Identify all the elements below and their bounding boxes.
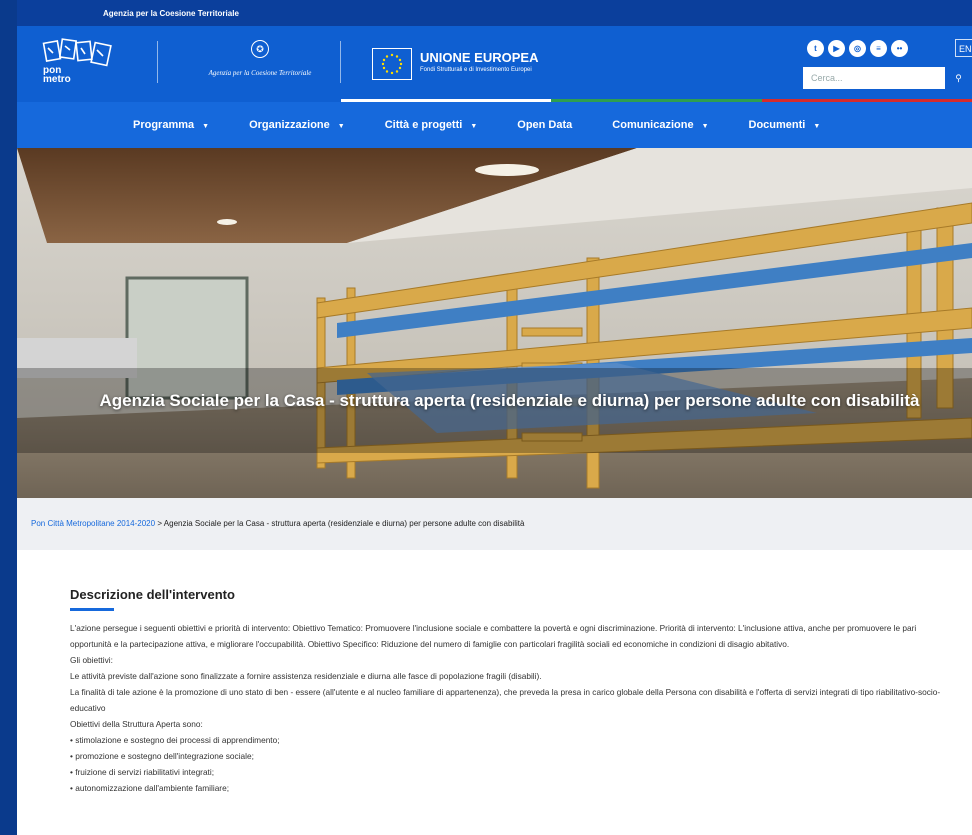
flickr-icon[interactable]: •• [891,40,908,57]
chevron-down-icon: ▼ [202,123,210,130]
instagram-icon[interactable]: ◎ [849,40,866,57]
objectives-label: Gli obiettivi: [70,655,113,665]
section-heading: Descrizione dell'intervento [70,587,235,602]
header-divider [340,41,341,83]
nav-item-organizzazione[interactable]: Organizzazione ▼ [249,119,345,131]
agency-logo[interactable]: ✪ Agenzia per la Coesione Territoriale [185,40,335,80]
youtube-icon[interactable]: ▶ [828,40,845,57]
list-item: autonomizzazione dall'ambiente familiare… [70,780,950,796]
description-paragraph: L'azione persegue i seguenti obiettivi e… [70,623,917,649]
agency-logo-text: Agenzia per la Coesione Territoriale [208,69,312,77]
italy-emblem-icon: ✪ [251,40,269,58]
rss-icon[interactable]: ≡ [870,40,887,57]
eu-flag-icon [372,48,412,80]
social-links: t ▶ ◎ ≡ •• [807,40,908,57]
list-item: promozione e sostegno dell'integrazione … [70,748,950,764]
chevron-down-icon: ▼ [470,123,478,130]
breadcrumb: Pon Città Metropolitane 2014-2020 > Agen… [17,498,972,550]
structure-objectives-label: Obiettivi della Struttura Aperta sono: [70,719,203,729]
search-input[interactable] [803,67,945,89]
list-item: stimolazione e sostegno dei processi di … [70,732,950,748]
purpose-paragraph: La finalità di tale azione è la promozio… [70,687,941,713]
nav-item-open-data[interactable]: Open Data [517,119,572,131]
main-content: Descrizione dell'intervento L'azione per… [70,587,950,796]
nav-item-documenti[interactable]: Documenti ▼ [749,119,821,131]
heading-underline [70,608,114,611]
search-icon[interactable]: ⚲ [945,67,972,89]
nav-item-citta-e-progetti[interactable]: Città e progetti ▼ [385,119,478,131]
header-color-stripes [341,99,972,102]
chevron-down-icon: ▼ [337,123,345,130]
eu-subtitle: Fondi Strutturali e di Investimento Euro… [420,67,532,73]
activities-paragraph: Le attività previste dall'azione sono fi… [70,671,542,681]
chevron-down-icon: ▼ [813,123,821,130]
objectives-list: stimolazione e sostegno dei processi di … [70,732,950,796]
nav-item-comunicazione[interactable]: Comunicazione ▼ [612,119,708,131]
agency-link[interactable]: Agenzia per la Coesione Territoriale [103,9,239,18]
dormitory-photo [17,148,972,498]
nav-item-programma[interactable]: Programma ▼ [133,119,209,131]
twitter-icon[interactable]: t [807,40,824,57]
site-header: pon metro ✪ Agenzia per la Coesione Terri… [17,26,972,102]
breadcrumb-current: Agenzia Sociale per la Casa - struttura … [163,519,525,528]
hero-title: Agenzia Sociale per la Casa - struttura … [99,391,920,410]
chevron-down-icon: ▼ [701,123,709,130]
language-switch[interactable]: EN [955,39,972,57]
hero-image [17,148,972,498]
page-frame: Agenzia per la Coesione Territoriale pon… [17,0,972,835]
eu-title: UNIONE EUROPEA [420,50,539,65]
list-item: fruizione di servizi riabilitativi integ… [70,764,950,780]
breadcrumb-separator: > [155,519,164,528]
top-bar: Agenzia per la Coesione Territoriale [17,0,972,26]
header-divider [157,41,158,83]
main-nav: Programma ▼ Organizzazione ▼ Città e proge… [17,102,972,148]
breadcrumb-home-link[interactable]: Pon Città Metropolitane 2014-2020 [31,519,155,528]
pon-metro-logo[interactable]: pon metro [39,38,123,88]
